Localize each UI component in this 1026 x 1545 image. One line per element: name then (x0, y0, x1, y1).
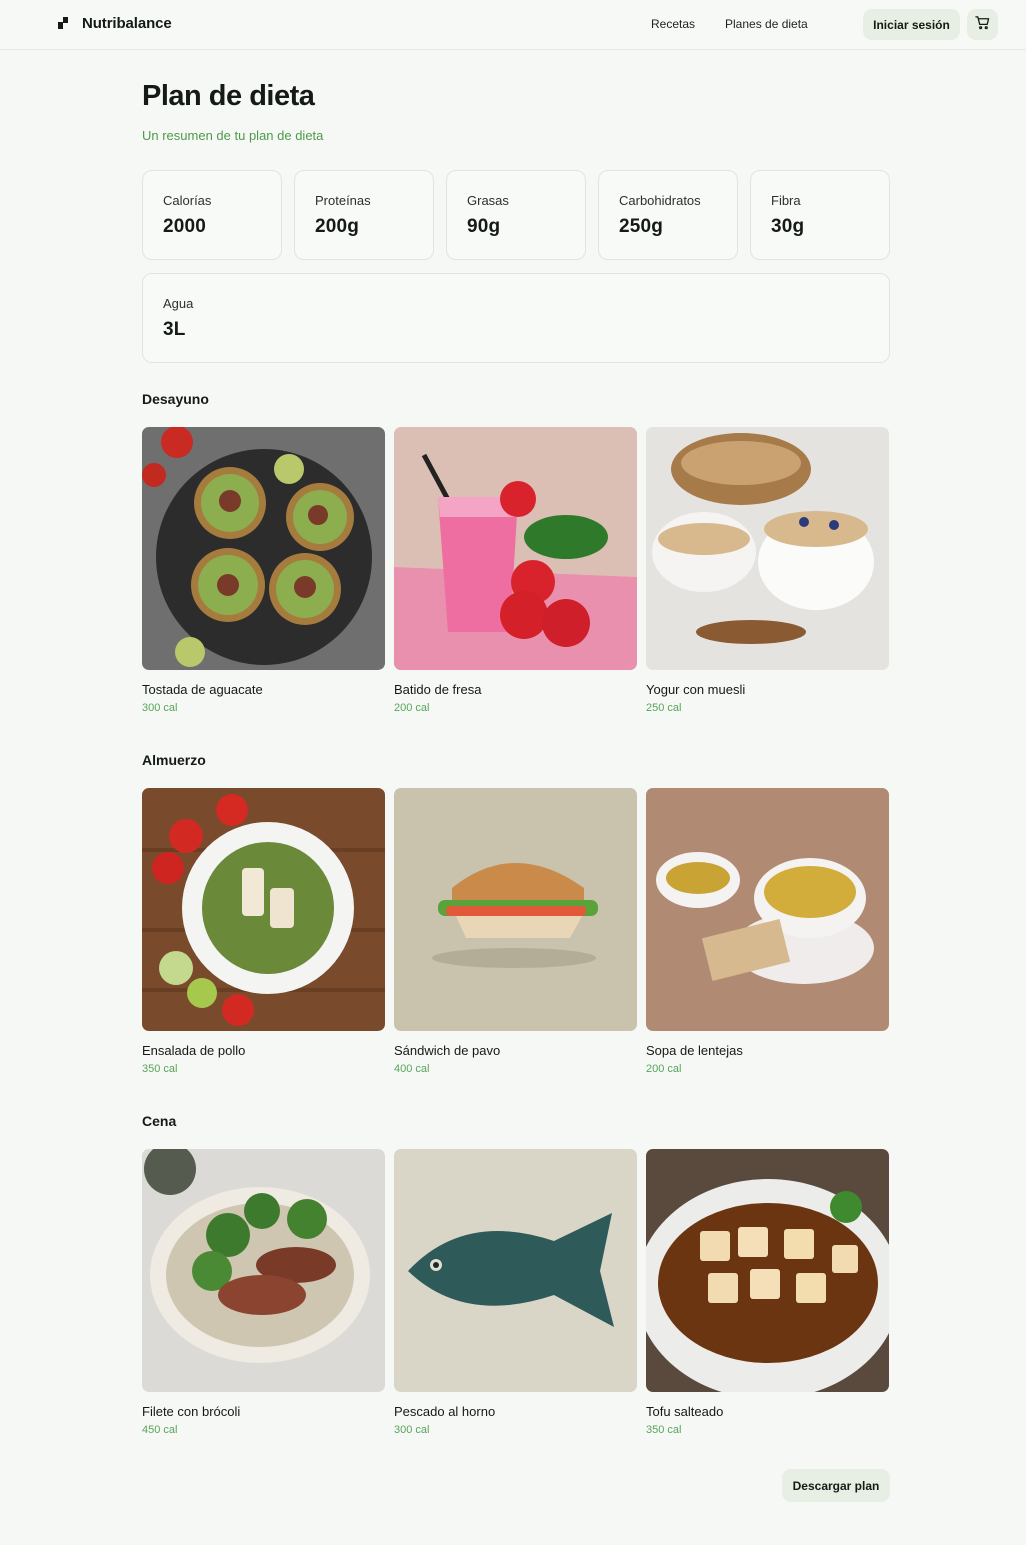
meal-name: Tofu salteado (646, 1404, 724, 1419)
stat-value: 90g (467, 216, 501, 237)
cart-button[interactable] (967, 9, 998, 40)
meal-name: Filete con brócoli (142, 1404, 241, 1419)
meal-card[interactable]: Filete con brócoli 450 cal (142, 1149, 385, 1436)
stat-label: Grasas (467, 193, 509, 208)
meal-name: Pescado al horno (394, 1404, 496, 1419)
stat-value: 250g (619, 216, 664, 237)
meal-calories: 400 cal (394, 1063, 430, 1075)
meal-calories: 450 cal (142, 1424, 178, 1436)
stat-card-fat: Grasas 90g (446, 170, 586, 260)
steak-broccoli-image[interactable] (142, 1149, 385, 1392)
page-title: Plan de dieta (142, 80, 315, 112)
stat-card-carbs: Carbohidratos 250g (598, 170, 738, 260)
stat-value: 200g (315, 216, 360, 237)
download-plan-button[interactable]: Descargar plan (782, 1469, 890, 1502)
brand-logo[interactable]: Nutribalance (58, 15, 172, 32)
meal-calories: 300 cal (394, 1424, 430, 1436)
meal-calories: 350 cal (646, 1424, 682, 1436)
login-button[interactable]: Iniciar sesión (863, 9, 960, 40)
stir-fried-tofu-image[interactable] (646, 1149, 889, 1392)
strawberry-smoothie-image[interactable] (394, 427, 637, 670)
meal-card[interactable]: Sopa de lentejas 200 cal (646, 788, 889, 1075)
stat-label: Proteínas (315, 193, 371, 208)
meal-calories: 300 cal (142, 702, 178, 714)
brand-name: Nutribalance (82, 15, 172, 32)
meal-name: Batido de fresa (394, 682, 482, 697)
stat-label: Fibra (771, 193, 801, 208)
meal-calories: 200 cal (646, 1063, 682, 1075)
stat-card-fiber: Fibra 30g (750, 170, 890, 260)
turkey-sandwich-image[interactable] (394, 788, 637, 1031)
nav-link-recetas[interactable]: Recetas (651, 17, 695, 31)
stat-label: Calorías (163, 193, 212, 208)
meal-name: Sopa de lentejas (646, 1043, 743, 1058)
meal-name: Yogur con muesli (646, 682, 746, 697)
stat-card-protein: Proteínas 200g (294, 170, 434, 260)
chicken-salad-image[interactable] (142, 788, 385, 1031)
section-title-cena: Cena (142, 1113, 177, 1129)
meal-calories: 200 cal (394, 702, 430, 714)
stat-value: 2000 (163, 216, 207, 237)
meal-calories: 350 cal (142, 1063, 178, 1075)
top-navbar: Nutribalance Recetas Planes de dieta Ini… (0, 0, 1026, 50)
stat-label: Carbohidratos (619, 193, 701, 208)
section-title-desayuno: Desayuno (142, 391, 209, 407)
meal-name: Tostada de aguacate (142, 682, 263, 697)
stat-card-calories: Calorías 2000 (142, 170, 282, 260)
meal-card[interactable]: Sándwich de pavo 400 cal (394, 788, 637, 1075)
meal-name: Ensalada de pollo (142, 1043, 246, 1058)
yogurt-muesli-image[interactable] (646, 427, 889, 670)
lentil-soup-image[interactable] (646, 788, 889, 1031)
meal-card[interactable]: Ensalada de pollo 350 cal (142, 788, 385, 1075)
page-subtitle: Un resumen de tu plan de dieta (142, 128, 324, 143)
meal-name: Sándwich de pavo (394, 1043, 501, 1058)
shopping-cart-icon (975, 15, 990, 35)
meal-card[interactable]: Tostada de aguacate 300 cal (142, 427, 385, 714)
meal-calories: 250 cal (646, 702, 682, 714)
baked-fish-image[interactable] (394, 1149, 637, 1392)
stat-card-water: Agua 3L (142, 273, 890, 363)
stat-value: 3L (163, 319, 186, 340)
avocado-toast-image[interactable] (142, 427, 385, 670)
stat-value: 30g (771, 216, 805, 237)
meal-card[interactable]: Tofu salteado 350 cal (646, 1149, 889, 1436)
section-title-almuerzo: Almuerzo (142, 752, 206, 768)
meal-card[interactable]: Batido de fresa 200 cal (394, 427, 637, 714)
logo-icon (58, 16, 72, 31)
meal-card[interactable]: Pescado al horno 300 cal (394, 1149, 637, 1436)
nav-link-planes-de-dieta[interactable]: Planes de dieta (725, 17, 808, 31)
meal-card[interactable]: Yogur con muesli 250 cal (646, 427, 889, 714)
stat-label: Agua (163, 296, 194, 311)
